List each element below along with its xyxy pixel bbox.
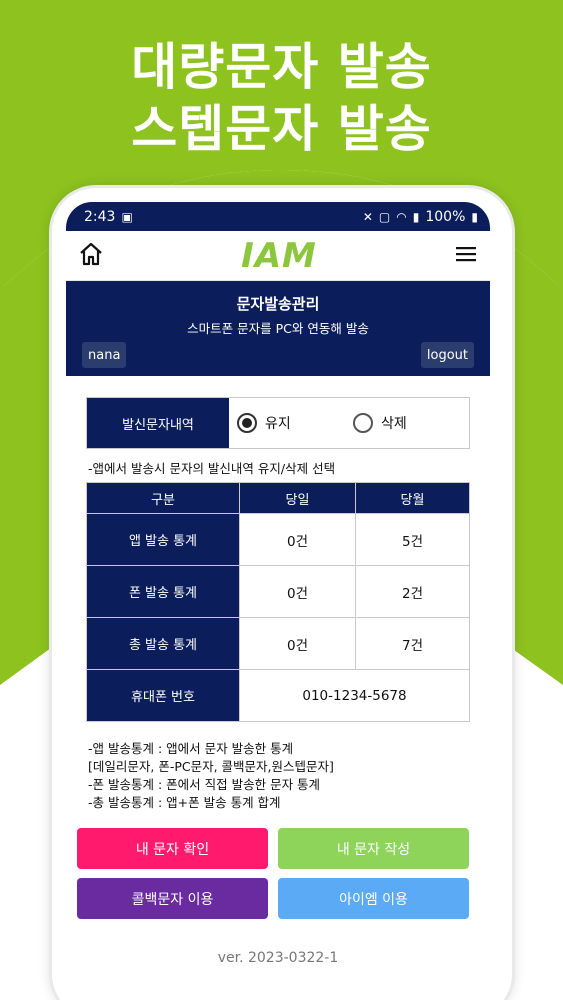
note-line: -폰 발송통계 : 폰에서 직접 발송한 문자 통계 bbox=[88, 777, 321, 792]
table-header-row: 구분 당일 당월 bbox=[86, 482, 470, 514]
table-row: 휴대폰 번호 010-1234-5678 bbox=[86, 669, 470, 722]
row-label: 총 발송 통계 bbox=[86, 617, 240, 670]
header-panel: 문자발송관리 스마트폰 문자를 PC와 연동해 발송 nana logout bbox=[66, 281, 490, 376]
table-cell: 2건 bbox=[355, 565, 470, 618]
battery-level: 100% bbox=[425, 208, 466, 225]
row-label: 앱 발송 통계 bbox=[86, 513, 240, 566]
logout-button[interactable]: logout bbox=[420, 342, 474, 368]
phone-screen: 2:43 ▣ ✕ ▢ ◠ ▮ 100% ▮ IAM 문자발송관리 스마트폰 문자… bbox=[66, 202, 490, 1000]
iam-button[interactable]: 아이엠 이용 bbox=[278, 878, 469, 919]
table-row: 폰 발송 통계 0건 2건 bbox=[86, 565, 470, 618]
signal-icon: ▮ bbox=[412, 209, 420, 224]
retain-radio-label: 유지 bbox=[265, 416, 291, 432]
table-row: 총 발송 통계 0건 7건 bbox=[86, 617, 470, 670]
note-line: [데일리문자, 폰-PC문자, 콜백문자,원스텝문자] bbox=[88, 759, 334, 774]
status-bar: 2:43 ▣ ✕ ▢ ◠ ▮ 100% ▮ bbox=[66, 202, 490, 231]
promo-headline-line2: 스텝문자 발송 bbox=[131, 100, 432, 158]
app-bar: IAM bbox=[66, 231, 490, 281]
write-message-button[interactable]: 내 문자 작성 bbox=[278, 828, 469, 869]
page-title: 문자발송관리 bbox=[236, 295, 320, 313]
stats-notes: -앱 발송통계 : 앱에서 문자 발송한 통계 [데일리문자, 폰-PC문자, … bbox=[88, 740, 334, 812]
column-header: 구분 bbox=[86, 482, 240, 514]
hamburger-menu-icon[interactable] bbox=[454, 244, 478, 268]
row-label: 폰 발송 통계 bbox=[86, 565, 240, 618]
radio-unselected-icon[interactable] bbox=[353, 413, 373, 433]
status-time: 2:43 bbox=[84, 208, 116, 225]
promo-headline-line1: 대량문자 발송 bbox=[131, 38, 432, 96]
table-cell: 0건 bbox=[239, 565, 356, 618]
stats-table: 구분 당일 당월 앱 발송 통계 0건 5건 폰 발송 통계 0건 2건 총 발… bbox=[86, 482, 470, 722]
wifi-icon: ◠ bbox=[396, 209, 407, 224]
retain-radio[interactable]: 유지 bbox=[237, 413, 353, 433]
app-logo[interactable]: IAM bbox=[241, 236, 317, 276]
battery-icon: ▮ bbox=[471, 209, 478, 224]
user-chip[interactable]: nana bbox=[82, 342, 127, 368]
table-cell: 0건 bbox=[239, 513, 356, 566]
column-header: 당월 bbox=[355, 482, 470, 514]
gallery-icon: ▣ bbox=[121, 209, 133, 224]
page-subtitle: 스마트폰 문자를 PC와 연동해 발송 bbox=[187, 321, 369, 336]
phone-number: 010-1234-5678 bbox=[239, 669, 470, 722]
column-header: 당일 bbox=[239, 482, 356, 514]
radio-selected-icon[interactable] bbox=[237, 413, 257, 433]
table-cell: 5건 bbox=[355, 513, 470, 566]
promo-headline: 대량문자 발송 스텝문자 발송 bbox=[0, 36, 563, 160]
callback-message-button[interactable]: 콜백문자 이용 bbox=[77, 878, 268, 919]
table-row: 앱 발송 통계 0건 5건 bbox=[86, 513, 470, 566]
lock-icon: ▢ bbox=[378, 209, 391, 224]
table-cell: 7건 bbox=[355, 617, 470, 670]
mute-icon: ✕ bbox=[362, 209, 373, 224]
retention-label: 발신문자내역 bbox=[87, 398, 229, 448]
delete-radio[interactable]: 삭제 bbox=[353, 413, 469, 433]
my-messages-button[interactable]: 내 문자 확인 bbox=[77, 828, 268, 869]
retention-note: -앱에서 발송시 문자의 발신내역 유지/삭제 선택 bbox=[88, 461, 336, 476]
phone-label: 휴대폰 번호 bbox=[86, 669, 240, 722]
retention-setting: 발신문자내역 유지 삭제 bbox=[86, 397, 470, 449]
note-line: -앱 발송통계 : 앱에서 문자 발송한 통계 bbox=[88, 741, 294, 756]
home-icon[interactable] bbox=[78, 241, 104, 271]
version-label: ver. 2023-0322-1 bbox=[217, 950, 339, 966]
delete-radio-label: 삭제 bbox=[381, 416, 407, 432]
retention-options: 유지 삭제 bbox=[229, 398, 469, 448]
table-cell: 0건 bbox=[239, 617, 356, 670]
note-line: -총 발송통계 : 앱+폰 발송 통계 합계 bbox=[88, 795, 281, 810]
